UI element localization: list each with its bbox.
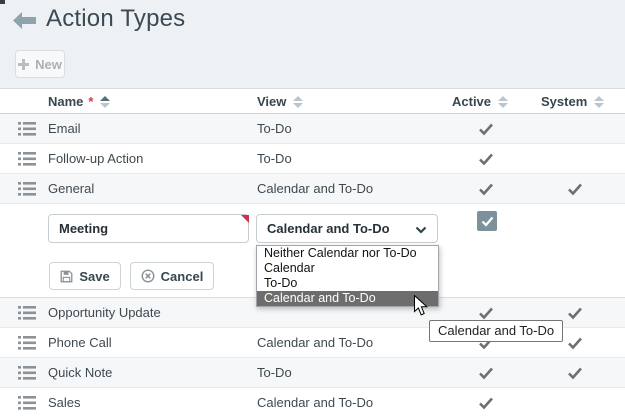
tooltip: Calendar and To-Do bbox=[429, 320, 563, 342]
new-button-label: New bbox=[35, 57, 62, 72]
active-check-icon bbox=[475, 152, 497, 171]
active-checkbox[interactable] bbox=[477, 211, 497, 231]
system-check-icon bbox=[564, 366, 586, 385]
active-check-icon bbox=[475, 122, 497, 141]
chevron-down-icon bbox=[415, 226, 427, 234]
row-name: Email bbox=[48, 121, 81, 136]
table-row: Sales Calendar and To-Do bbox=[0, 388, 625, 418]
drag-handle-icon[interactable] bbox=[18, 336, 36, 350]
table-row: Follow-up Action To-Do bbox=[0, 144, 625, 174]
dropdown-option-highlighted[interactable]: Calendar and To-Do bbox=[257, 291, 438, 306]
dropdown-option[interactable]: To-Do bbox=[257, 276, 438, 291]
sort-icon-view bbox=[293, 96, 303, 108]
view-select-value: Calendar and To-Do bbox=[267, 221, 390, 236]
sort-icon-name bbox=[100, 96, 110, 108]
required-asterisk: * bbox=[88, 94, 93, 109]
drag-handle-icon[interactable] bbox=[18, 122, 36, 136]
row-view: To-Do bbox=[257, 121, 292, 136]
column-label-system: System bbox=[541, 94, 587, 109]
table-row: Quick Note To-Do bbox=[0, 358, 625, 388]
row-name: General bbox=[48, 181, 94, 196]
row-view: To-Do bbox=[257, 151, 292, 166]
sort-icon-active bbox=[498, 96, 508, 108]
drag-handle-icon[interactable] bbox=[18, 182, 36, 196]
save-icon bbox=[60, 270, 73, 283]
sort-icon-system bbox=[594, 96, 604, 108]
required-corner-marker bbox=[241, 215, 249, 223]
plus-icon bbox=[18, 59, 29, 70]
mouse-cursor-icon bbox=[414, 295, 429, 317]
table-header-row: Name * View Active System bbox=[0, 89, 625, 114]
drag-handle-icon[interactable] bbox=[18, 306, 36, 320]
column-header-name[interactable]: Name * bbox=[48, 89, 110, 114]
drag-handle-icon[interactable] bbox=[18, 366, 36, 380]
active-check-icon bbox=[475, 182, 497, 201]
row-view: Calendar and To-Do bbox=[257, 395, 373, 410]
save-button[interactable]: Save bbox=[49, 262, 121, 290]
row-name: Opportunity Update bbox=[48, 305, 161, 320]
row-view: To-Do bbox=[257, 365, 292, 380]
save-button-label: Save bbox=[79, 269, 109, 284]
column-label-active: Active bbox=[452, 94, 491, 109]
system-check-icon bbox=[564, 306, 586, 325]
active-check-icon bbox=[475, 396, 497, 415]
column-label-name: Name bbox=[48, 94, 83, 109]
page-title: Action Types bbox=[46, 5, 185, 33]
dropdown-option[interactable]: Calendar bbox=[257, 261, 438, 276]
cancel-button-label: Cancel bbox=[161, 269, 204, 284]
name-input[interactable] bbox=[48, 214, 249, 243]
table-row: Email To-Do bbox=[0, 114, 625, 144]
row-view: Calendar and To-Do bbox=[257, 181, 373, 196]
drag-handle-icon[interactable] bbox=[18, 152, 36, 166]
system-check-icon bbox=[564, 182, 586, 201]
view-dropdown-list: Neither Calendar nor To-Do Calendar To-D… bbox=[256, 245, 439, 307]
column-header-system[interactable]: System bbox=[541, 89, 604, 114]
cancel-button[interactable]: Cancel bbox=[130, 262, 214, 290]
table-row: General Calendar and To-Do bbox=[0, 174, 625, 204]
row-view: Calendar and To-Do bbox=[257, 335, 373, 350]
row-name: Follow-up Action bbox=[48, 151, 143, 166]
back-arrow-icon[interactable] bbox=[13, 12, 36, 29]
system-check-icon bbox=[564, 336, 586, 355]
row-name: Sales bbox=[48, 395, 81, 410]
screen-corner-artifact bbox=[0, 0, 5, 4]
active-check-icon bbox=[475, 366, 497, 385]
row-name: Phone Call bbox=[48, 335, 112, 350]
row-name: Quick Note bbox=[48, 365, 112, 380]
view-select[interactable]: Calendar and To-Do bbox=[256, 214, 438, 243]
cancel-icon bbox=[141, 269, 155, 283]
column-header-active[interactable]: Active bbox=[452, 89, 508, 114]
column-label-view: View bbox=[257, 94, 286, 109]
column-header-view[interactable]: View bbox=[257, 89, 303, 114]
drag-handle-icon[interactable] bbox=[18, 396, 36, 410]
check-icon bbox=[481, 216, 494, 227]
new-button[interactable]: New bbox=[15, 50, 65, 78]
dropdown-option[interactable]: Neither Calendar nor To-Do bbox=[257, 246, 438, 261]
